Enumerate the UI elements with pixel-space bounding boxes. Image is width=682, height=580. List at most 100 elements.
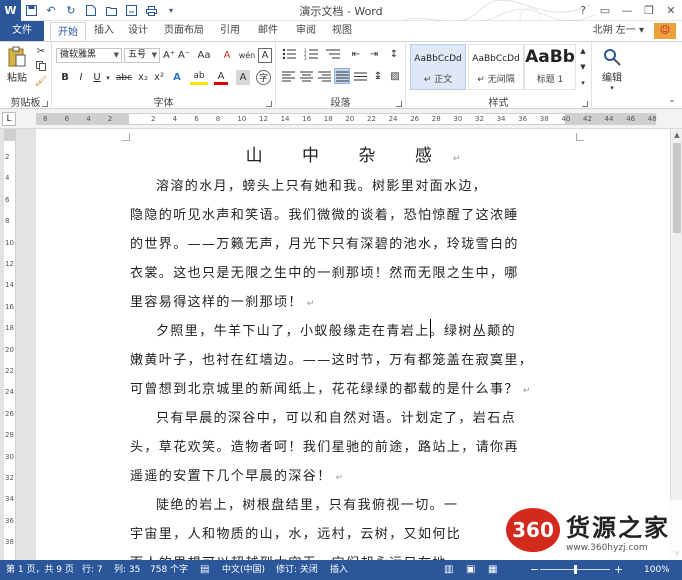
tab-page-layout[interactable]: 页面布局 — [160, 21, 208, 41]
ruler-tick: 16 — [302, 115, 312, 123]
numbering-icon[interactable]: 123 — [302, 46, 320, 62]
strikethrough-button[interactable]: abc — [114, 70, 134, 85]
font-size-select[interactable]: 五号 ▼ — [124, 48, 160, 63]
increase-indent-icon[interactable]: ⇥ — [366, 46, 382, 62]
align-left-icon[interactable] — [280, 68, 296, 84]
document-line-text: 陡绝的岩上，树根盘结里，只有我俯视一切。一 — [156, 498, 459, 513]
status-language[interactable]: 中文(中国) — [222, 560, 265, 580]
vertical-ruler[interactable]: 2 4 6 8 10 12 14 16 18 20 22 24 26 28 30 32 34 36 38 — [4, 129, 16, 560]
paste-icon[interactable] — [6, 46, 28, 68]
italic-button[interactable]: I — [74, 70, 88, 85]
collapse-ribbon-icon[interactable]: ⌃ — [666, 98, 678, 108]
tab-selector[interactable]: L — [2, 112, 16, 126]
avatar[interactable]: ☺ — [654, 23, 676, 39]
web-layout-icon[interactable]: ▦ — [488, 560, 497, 580]
watermark-url: www.360hyzj.com — [566, 542, 648, 553]
text-cursor — [430, 319, 431, 338]
user-account[interactable]: 北朔 左一 ▾ — [593, 21, 644, 41]
zoom-in-button[interactable]: + — [614, 560, 623, 580]
clipboard-launcher-icon[interactable] — [42, 101, 48, 107]
underline-button[interactable]: U — [90, 70, 104, 85]
bullets-icon[interactable] — [280, 46, 298, 62]
zoom-slider-thumb[interactable] — [574, 565, 577, 574]
tab-mailings[interactable]: 邮件 — [252, 21, 284, 41]
word-window: W ↶ ↻ ▾ 演示文档 - Word ? ▭ — ❐ ✕ 文件 开始 插入 设… — [0, 0, 682, 580]
tab-insert[interactable]: 插入 — [88, 21, 120, 41]
copy-icon[interactable] — [34, 60, 48, 72]
distributed-icon[interactable] — [352, 68, 368, 84]
align-center-icon[interactable] — [298, 68, 314, 84]
decrease-indent-icon[interactable]: ⇤ — [348, 46, 364, 62]
vertical-scrollbar[interactable]: ▲ ▼ — [670, 129, 682, 560]
tab-references[interactable]: 引用 — [214, 21, 246, 41]
vertical-ruler-tick: 24 — [5, 388, 14, 397]
highlight-icon[interactable]: ab — [190, 70, 208, 85]
line-spacing-icon[interactable]: ↨ — [370, 68, 386, 84]
cut-icon[interactable]: ✂ — [34, 45, 48, 57]
vertical-ruler-tick: 36 — [5, 516, 14, 525]
styles-launcher-icon[interactable] — [582, 101, 588, 107]
tab-file[interactable]: 文件 — [0, 21, 44, 41]
proofing-icon[interactable]: ▤ — [200, 560, 209, 580]
subscript-button[interactable]: x₂ — [136, 70, 150, 85]
character-shading-icon[interactable]: A — [236, 70, 250, 85]
style-no-spacing[interactable]: AaBbCcDd ↵ 无间隔 — [468, 44, 524, 90]
styles-scroll-up-icon[interactable]: ▲ — [578, 44, 588, 58]
close-icon[interactable]: ✕ — [660, 0, 682, 21]
scroll-up-icon[interactable]: ▲ — [671, 131, 682, 139]
chevron-down-icon[interactable]: ▾ — [606, 84, 618, 92]
styles-more-icon[interactable]: ▾ — [578, 76, 588, 90]
status-track-changes[interactable]: 修订: 关闭 — [276, 560, 318, 580]
paste-button[interactable]: 粘贴 — [2, 70, 32, 84]
zoom-level[interactable]: 100% — [644, 560, 670, 580]
style-heading-1[interactable]: AaBb 标题 1 — [524, 44, 576, 90]
zoom-out-button[interactable]: − — [530, 560, 539, 580]
font-name-select[interactable]: 微软雅黑 ▼ — [56, 48, 122, 63]
editing-button[interactable]: 编辑 — [594, 70, 630, 84]
status-page[interactable]: 第 1 页，共 9 页 — [6, 560, 74, 580]
bold-button[interactable]: B — [58, 70, 72, 85]
style-normal[interactable]: AaBbCcDd ↵ 正文 — [410, 44, 466, 90]
font-size-value: 五号 — [128, 50, 147, 60]
read-mode-icon[interactable]: ▥ — [444, 560, 453, 580]
multilevel-list-icon[interactable] — [324, 46, 342, 62]
shrink-font-icon[interactable]: A⁻ — [177, 48, 191, 63]
font-color-icon[interactable]: A — [214, 70, 228, 85]
change-case-icon[interactable]: Aa — [195, 48, 213, 63]
tab-home[interactable]: 开始 — [50, 22, 86, 42]
horizontal-ruler[interactable]: 8 6 4 2 2 4 6 8 10 12 14 16 18 20 22 24 26 28 30 32 34 36 38 40… — [36, 113, 657, 125]
watermark-text: 货源之家 www.360hyzj.com — [566, 508, 670, 553]
superscript-button[interactable]: x² — [152, 70, 166, 85]
find-icon[interactable] — [600, 46, 624, 68]
scrollbar-thumb[interactable] — [673, 143, 681, 233]
tab-review[interactable]: 审阅 — [290, 21, 322, 41]
phonetic-guide-icon[interactable]: wén — [238, 48, 256, 63]
ribbon-display-icon[interactable]: ▭ — [594, 0, 616, 21]
font-group-label: 字体 — [153, 98, 174, 109]
restore-icon[interactable]: ❐ — [638, 0, 660, 21]
enclose-character-icon[interactable]: 字 — [256, 70, 271, 85]
sort-icon[interactable]: ↕ — [386, 46, 402, 62]
vertical-ruler-tick: 12 — [5, 260, 14, 268]
status-word-count[interactable]: 758 个字 — [150, 560, 188, 580]
print-layout-icon[interactable]: ▣ — [466, 560, 475, 580]
minimize-icon[interactable]: — — [616, 0, 638, 21]
shading-icon[interactable]: ▨ — [388, 68, 402, 84]
format-painter-icon[interactable]: 🖌 — [34, 75, 48, 87]
font-launcher-icon[interactable] — [266, 101, 272, 107]
styles-scroll-down-icon[interactable]: ▼ — [578, 60, 588, 74]
text-effects-icon[interactable]: A — [170, 70, 184, 85]
clear-format-icon[interactable]: A — [220, 48, 234, 63]
document-line-text: 嫩黄叶子，也衬在红墙边。——这时节，万有都笼盖在寂寞里， — [130, 353, 534, 368]
grow-font-icon[interactable]: A⁺ — [162, 48, 176, 63]
help-icon[interactable]: ? — [572, 0, 594, 21]
justify-icon[interactable] — [334, 68, 350, 84]
align-right-icon[interactable] — [316, 68, 332, 84]
document-page[interactable]: 山 中 杂 感 ↵ 溶溶的水月，螃头上只有她和我。树影里对面水边， 隐隐的听见水声和… — [36, 129, 670, 571]
tab-design[interactable]: 设计 — [122, 21, 154, 41]
status-insert-mode[interactable]: 插入 — [330, 560, 348, 580]
tab-view[interactable]: 视图 — [326, 21, 358, 41]
character-border-icon[interactable]: A — [258, 48, 272, 63]
chevron-down-icon[interactable]: ▾ — [104, 70, 112, 85]
paragraph-launcher-icon[interactable] — [396, 101, 402, 107]
